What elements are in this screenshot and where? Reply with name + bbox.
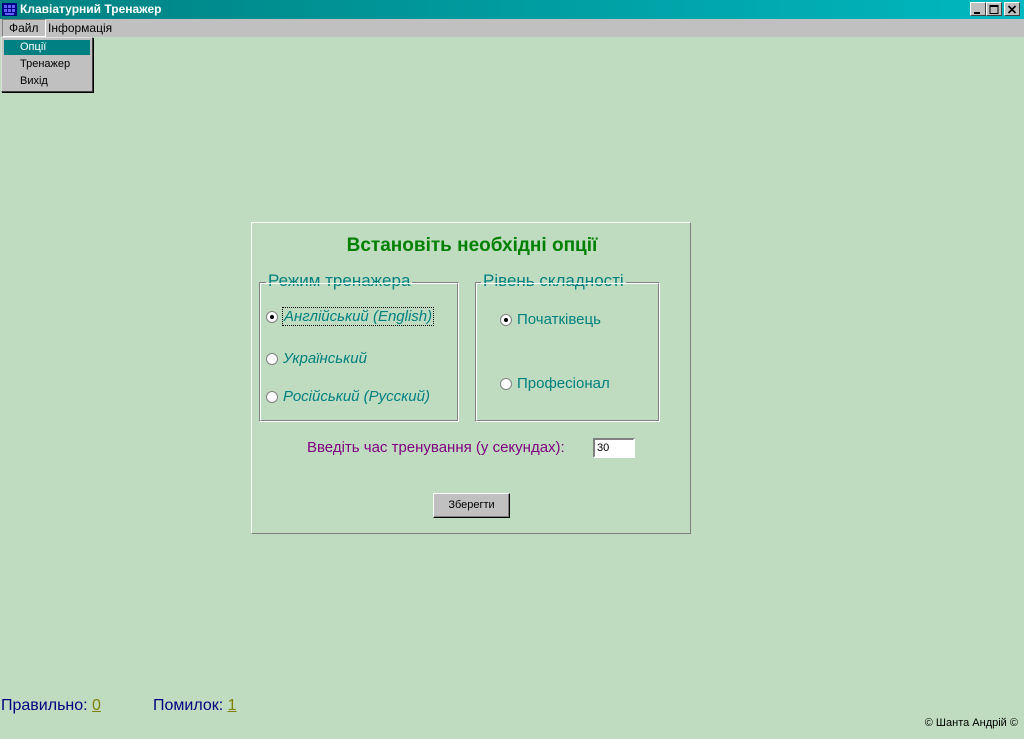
window-controls <box>970 2 1020 16</box>
training-time-label: Введіть час тренування (у секундах): <box>307 439 565 456</box>
radio-button-professional[interactable] <box>500 377 512 390</box>
correct-status: Правильно: 0 <box>1 697 101 715</box>
radio-label-ukrainian[interactable]: Український <box>283 350 367 367</box>
training-time-input[interactable]: 30 <box>593 438 635 458</box>
mode-group: Режим тренажера Англійський (English) Ук… <box>259 271 459 422</box>
save-button[interactable]: Зберегти <box>433 493 510 518</box>
keyboard-app-icon <box>2 2 17 17</box>
radio-russian[interactable]: Російський (Русский) <box>266 388 430 405</box>
menu-item-exit[interactable]: Вихід <box>4 74 90 89</box>
close-button[interactable] <box>1004 2 1020 16</box>
radio-ukrainian[interactable]: Український <box>266 350 367 367</box>
minimize-button[interactable] <box>970 2 986 16</box>
close-icon <box>1007 5 1017 14</box>
copyright-text: © Шанта Андрій © <box>924 717 1018 729</box>
menu-info[interactable]: Інформація <box>42 19 118 37</box>
radio-professional[interactable]: Професіонал <box>500 375 610 392</box>
level-group-legend: Рівень складності <box>481 271 626 291</box>
errors-label: Помилок: <box>153 697 224 714</box>
menu-item-options[interactable]: Опції <box>4 40 90 55</box>
maximize-icon <box>989 5 999 14</box>
radio-button-russian[interactable] <box>266 390 278 403</box>
radio-label-russian[interactable]: Російський (Русский) <box>283 388 430 405</box>
radio-label-beginner[interactable]: Початківець <box>517 311 601 328</box>
radio-button-beginner[interactable] <box>500 313 512 326</box>
menu-bar: Файл Інформація <box>0 19 1024 37</box>
menu-item-trainer[interactable]: Тренажер <box>4 57 90 72</box>
radio-beginner[interactable]: Початківець <box>500 311 601 328</box>
minimize-icon <box>974 12 980 14</box>
menu-file[interactable]: Файл <box>2 19 46 37</box>
correct-count: 0 <box>92 697 101 714</box>
correct-label: Правильно: <box>1 697 88 714</box>
radio-button-english[interactable] <box>266 310 278 323</box>
radio-button-ukrainian[interactable] <box>266 352 278 365</box>
maximize-button[interactable] <box>986 2 1002 16</box>
options-panel: Встановіть необхідні опції Режим тренаже… <box>251 222 691 534</box>
radio-label-professional[interactable]: Професіонал <box>517 375 610 392</box>
window-title: Клавіатурний Тренажер <box>20 2 162 16</box>
radio-label-english[interactable]: Англійський (English) <box>281 307 435 326</box>
title-bar[interactable]: Клавіатурний Тренажер <box>0 0 1024 19</box>
level-group: Рівень складності Початківець Професіона… <box>475 271 660 422</box>
options-title: Встановіть необхідні опції <box>346 235 598 256</box>
radio-english[interactable]: Англійський (English) <box>266 307 435 326</box>
errors-status: Помилок: 1 <box>153 697 237 715</box>
file-menu-dropdown: Опції Тренажер Вихід <box>1 37 93 92</box>
mode-group-legend: Режим тренажера <box>266 271 413 291</box>
errors-count: 1 <box>227 697 237 714</box>
